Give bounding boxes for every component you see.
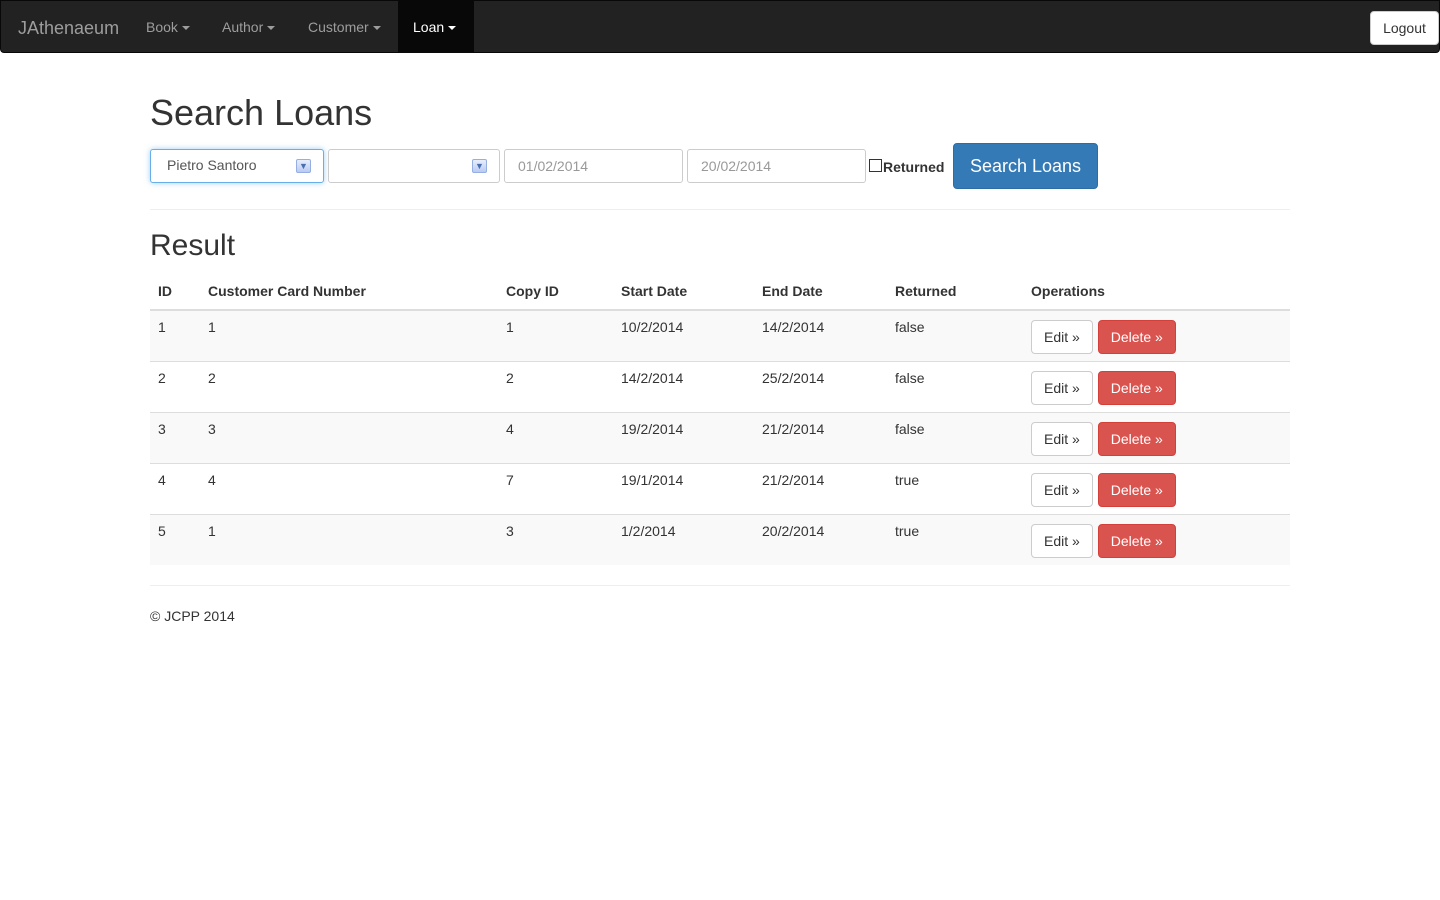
cell-end: 25/2/2014 [754,360,887,412]
customer-select-value: Pietro Santoro [167,157,257,173]
edit-button[interactable]: Edit » [1031,472,1093,507]
cell-end: 20/2/2014 [754,513,887,565]
table-row: 3 3 4 19/2/2014 21/2/2014 false Edit » D… [150,411,1290,463]
chevron-down-icon: ▼ [472,159,487,173]
cell-start: 10/2/2014 [613,309,754,361]
cell-start: 14/2/2014 [613,360,754,412]
cell-id: 3 [150,411,200,463]
divider [150,585,1290,586]
logout-button[interactable]: Logout [1370,11,1439,45]
cell-operations: Edit » Delete » [1023,513,1290,565]
start-date-input[interactable] [504,149,683,183]
nav-customer-label: Customer [308,19,369,35]
cell-copy: 4 [498,411,613,463]
edit-button[interactable]: Edit » [1031,320,1093,354]
edit-button[interactable]: Edit » [1031,370,1093,405]
cell-start: 19/2/2014 [613,411,754,463]
caret-down-icon [181,26,190,31]
cell-start: 1/2/2014 [613,513,754,565]
nav-loan-label: Loan [413,19,445,35]
col-header-start: Start Date [613,278,754,311]
cell-copy: 1 [498,309,613,361]
nav-author-label: Author [222,19,264,35]
cell-card: 2 [200,360,498,412]
search-loans-button[interactable]: Search Loans [953,143,1098,189]
cell-id: 4 [150,462,200,514]
cell-end: 21/2/2014 [754,462,887,514]
cell-returned: false [887,360,1023,412]
cell-operations: Edit » Delete » [1023,411,1290,463]
cell-copy: 2 [498,360,613,412]
nav-loan-dropdown[interactable]: Loan [398,1,474,53]
table-row: 2 2 2 14/2/2014 25/2/2014 false Edit » D… [150,360,1290,412]
cell-copy: 7 [498,462,613,514]
cell-end: 21/2/2014 [754,411,887,463]
table-row: 4 4 7 19/1/2014 21/2/2014 true Edit » De… [150,462,1290,514]
end-date-input[interactable] [687,149,866,183]
customer-select[interactable]: Pietro Santoro ▼ [150,149,324,183]
cell-id: 5 [150,513,200,565]
brand-link[interactable]: JAthenaeum [18,1,119,53]
cell-card: 3 [200,411,498,463]
delete-button[interactable]: Delete » [1097,320,1176,354]
returned-checkbox[interactable] [869,159,882,172]
cell-operations: Edit » Delete » [1023,360,1290,412]
caret-down-icon [448,26,457,31]
cell-card: 1 [200,309,498,361]
cell-end: 14/2/2014 [754,309,887,361]
cell-card: 4 [200,462,498,514]
edit-button[interactable]: Edit » [1031,421,1093,456]
nav-book-dropdown[interactable]: Book [131,1,205,53]
caret-down-icon [372,26,381,31]
table-row: 5 1 3 1/2/2014 20/2/2014 true Edit » Del… [150,513,1290,565]
nav-book-label: Book [146,19,178,35]
col-header-operations: Operations [1023,278,1290,311]
cell-returned: false [887,411,1023,463]
chevron-down-icon: ▼ [296,159,311,173]
caret-down-icon [267,26,276,31]
col-header-returned: Returned [887,278,1023,311]
divider [150,209,1290,210]
nav-customer-dropdown[interactable]: Customer [293,1,396,53]
footer-copyright: © JCPP 2014 [150,608,235,624]
delete-button[interactable]: Delete » [1097,370,1176,405]
results-table: ID Customer Card Number Copy ID Start Da… [150,278,1290,565]
table-header-row: ID Customer Card Number Copy ID Start Da… [150,278,1290,311]
results-table-container: ID Customer Card Number Copy ID Start Da… [150,278,1290,565]
table-row: 1 1 1 10/2/2014 14/2/2014 false Edit » D… [150,309,1290,361]
returned-checkbox-label: Returned [883,159,945,175]
cell-id: 2 [150,360,200,412]
cell-operations: Edit » Delete » [1023,462,1290,514]
cell-returned: true [887,462,1023,514]
cell-returned: false [887,309,1023,361]
col-header-copy: Copy ID [498,278,613,311]
nav-author-dropdown[interactable]: Author [207,1,290,53]
col-header-id: ID [150,278,200,311]
col-header-end: End Date [754,278,887,311]
cell-start: 19/1/2014 [613,462,754,514]
copy-select[interactable]: ▼ [328,149,500,183]
page-title: Search Loans [150,92,373,133]
cell-returned: true [887,513,1023,565]
edit-button[interactable]: Edit » [1031,523,1093,558]
cell-copy: 3 [498,513,613,565]
delete-button[interactable]: Delete » [1097,523,1176,558]
result-title: Result [150,229,236,262]
cell-card: 1 [200,513,498,565]
cell-operations: Edit » Delete » [1023,309,1290,361]
cell-id: 1 [150,309,200,361]
delete-button[interactable]: Delete » [1097,472,1176,507]
col-header-card: Customer Card Number [200,278,498,311]
delete-button[interactable]: Delete » [1097,421,1176,456]
top-navbar: JAthenaeum Book Author Customer Loan Log… [0,0,1440,53]
